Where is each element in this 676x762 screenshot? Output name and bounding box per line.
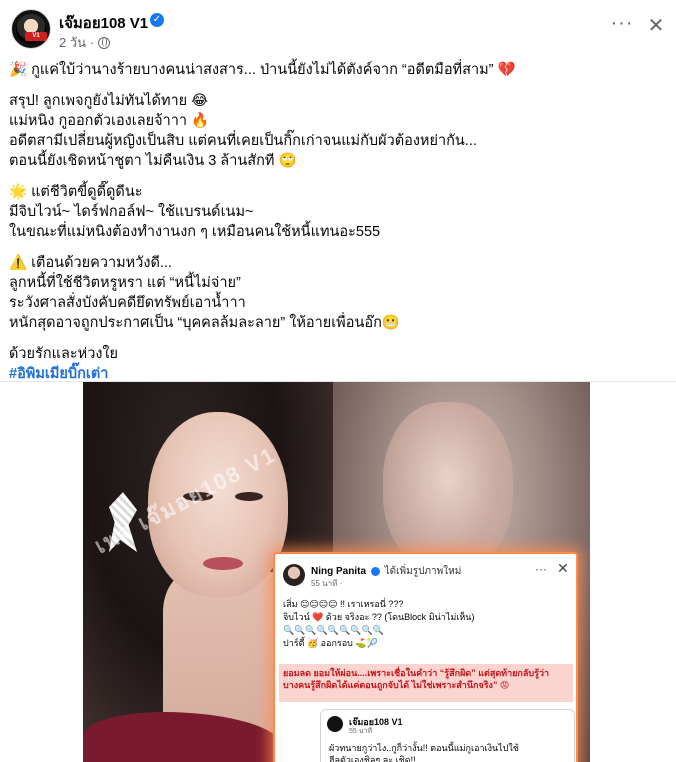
close-icon[interactable]: ✕ xyxy=(641,12,671,42)
avatar-badge: V1 xyxy=(25,32,47,41)
inset-highlight-text: ยอมลด ยอมให้ผ่อน....เพราะเชื่อในคำว่า “ร… xyxy=(283,667,571,691)
inset-author-name: Ning Panita xyxy=(311,566,367,577)
inset-reply-avatar xyxy=(327,716,343,732)
post-line: สรุป! ลูกเพจกูยังไม่ทันได้ทาย 😂 xyxy=(9,93,209,109)
post-meta: 2 วัน · xyxy=(59,32,111,53)
post-line: ระวังศาลสั่งบังคับคดียึดทรัพย์เอาน้ำาา xyxy=(9,295,246,311)
inset-line: 🔍🔍🔍🔍🔍🔍🔍🔍🔍 xyxy=(283,625,384,635)
photo-eye xyxy=(235,492,263,501)
inset-body: เสิ่ม 😑😑😑😑 !! เราเหรอนี่ ??? จิบไวน์ ❤️ … xyxy=(283,598,573,650)
inset-reply-line: ฮีลตัวเองชิลๆ ละ เชิด!! xyxy=(329,755,416,762)
post-line: ⚠️ เตือนด้วยความหวังดี... xyxy=(9,255,172,271)
post-line: ในขณะที่แม่หนิงต้องทำงานงก ๆ เหมือนคนใช้… xyxy=(9,224,381,240)
meta-separator: · xyxy=(90,35,95,50)
post-time[interactable]: 2 วัน xyxy=(59,32,86,53)
verified-badge-icon: ✓ xyxy=(150,13,164,27)
inset-verified-icon xyxy=(370,566,380,576)
inset-more-icon: ··· xyxy=(535,562,547,576)
screenshot-inset: Ning Panita ได้เพิ่มรูปภาพใหม่ 55 นาที ·… xyxy=(273,552,578,762)
post-line: อดีตสามีเปลี่ยนผู้หญิงเป็นสิบ แต่คนที่เค… xyxy=(9,133,477,149)
inset-line: เสิ่ม 😑😑😑😑 !! เราเหรอนี่ ??? xyxy=(283,599,404,609)
post-line: แม่หนิง กูออกตัวเองเลยจ้าาา 🔥 xyxy=(9,113,210,129)
more-horizontal-icon[interactable]: ··· xyxy=(607,12,637,42)
photo-lips xyxy=(203,557,243,570)
blurred-face xyxy=(383,402,513,572)
post-line: 🌟 แต่ชีวิตขี้ดูดี๊ดูดีนะ xyxy=(9,184,143,200)
inset-time: 55 นาที · xyxy=(311,579,343,588)
inset-action: ได้เพิ่มรูปภาพใหม่ xyxy=(384,566,462,577)
inset-reply-text: ผัวทนายกูว่าไง..กูก็ว่างั้น!! ตอนนี้แม่ก… xyxy=(329,742,519,762)
inset-line: ปาร์ตี้ 🥳 ออกรอบ ⛳🎾 xyxy=(283,638,378,648)
inset-reply-time: 55 นาที xyxy=(349,728,373,735)
post-text: 🎉 กูแค่ใบ้ว่านางร้ายบางคนน่าสงสาร... ป่า… xyxy=(9,60,669,395)
post-line: ด้วยรักและห่วงใย xyxy=(9,346,118,362)
post-line: 🎉 กูแค่ใบ้ว่านางร้ายบางคนน่าสงสาร... ป่า… xyxy=(9,62,516,78)
inset-reply: เจ๊มอย108 V1 55 นาที ผัวทนายกูว่าไง..กูก… xyxy=(320,709,575,762)
post-line: มีจิบไวน์~ ไดร์ฟกอล์ฟ~ ใช้แบรนด์เนม~ xyxy=(9,204,254,220)
post-line: ตอนนี้ยังเชิดหน้าชูตา ไม่คืนเงิน 3 ล้านส… xyxy=(9,153,297,169)
inset-highlight-line: ยอมลด ยอมให้ผ่อน....เพราะเชื่อในคำว่า “ร… xyxy=(283,668,550,678)
globe-icon xyxy=(98,36,111,49)
inset-avatar xyxy=(283,564,305,586)
inset-line: จิบไวน์ ❤️ ด้วย จริงอะ ?? (โดนBlock มิน่… xyxy=(283,612,475,622)
post-header: V1 เจ๊มอย108 V1 ✓ 2 วัน · ··· ✕ xyxy=(0,0,676,56)
inset-close-icon: ✕ xyxy=(557,560,569,576)
post-line: ลูกหนี้ที่ใช้ชีวิตหรูหรา แต่ “หนี้ไม่จ่า… xyxy=(9,275,241,291)
inset-highlight-line: บางคนรู้สึกผิดได้แค่ตอนถูกจับได้ ไม่ใช่เ… xyxy=(283,680,510,690)
post-line: หนักสุดอาจถูกประกาศเป็น “บุคคลล้มละลาย” … xyxy=(9,315,400,331)
page-avatar[interactable]: V1 xyxy=(11,9,51,49)
inset-header: Ning Panita ได้เพิ่มรูปภาพใหม่ 55 นาที ·… xyxy=(283,560,573,594)
post-photo[interactable]: เพจ เจ๊มอย108 V1 Ning Panita ได้เพิ่มรูป… xyxy=(83,382,590,762)
inset-reply-line: ผัวทนายกูว่าไง..กูก็ว่างั้น!! ตอนนี้แม่ก… xyxy=(329,743,519,753)
